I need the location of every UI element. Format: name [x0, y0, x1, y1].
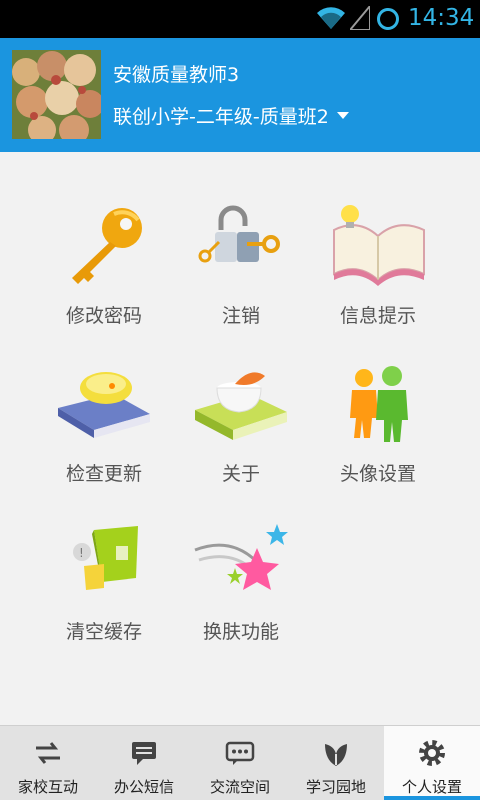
status-time: 14:34: [408, 5, 475, 31]
mouse-book-icon: [58, 372, 150, 438]
avatar[interactable]: [12, 50, 101, 139]
stars-icon: [194, 524, 288, 590]
menu-item-about[interactable]: 关于: [171, 358, 311, 498]
nav-label: 个人设置: [401, 778, 462, 796]
class-selector[interactable]: 联创小学-二年级-质量班2: [113, 102, 349, 129]
wifi-icon: [317, 7, 345, 29]
menu-item-check-update[interactable]: 检查更新: [34, 358, 174, 498]
nav-item-office-sms[interactable]: 办公短信: [96, 726, 192, 800]
nav-item-learning-garden[interactable]: 学习园地: [288, 726, 384, 800]
status-bar: 14:34: [0, 0, 480, 38]
menu-item-avatar-settings[interactable]: 头像设置: [308, 358, 448, 498]
nav-item-exchange-space[interactable]: 交流空间: [192, 726, 288, 800]
teacher-name: 安徽质量教师3: [113, 64, 240, 86]
nav-label: 学习园地: [305, 778, 366, 796]
gear-icon: [419, 740, 445, 766]
menu-item-change-password[interactable]: 修改密码: [34, 200, 174, 340]
nav-item-personal-settings[interactable]: 个人设置: [384, 726, 480, 800]
menu-item-label: 头像设置: [339, 463, 416, 485]
menu-item-label: 信息提示: [339, 305, 416, 327]
menu-item-label: 清空缓存: [65, 621, 142, 643]
settings-grid: 修改密码 注销 信息提示 检查更新 关于 头像设置 ! 清空缓存 换肤功能: [0, 152, 480, 725]
sync-icon: [377, 8, 399, 30]
svg-text:!: !: [79, 546, 84, 560]
menu-item-label: 换肤功能: [202, 621, 279, 643]
trash-bin-icon: !: [73, 526, 138, 590]
avatar-image: [12, 50, 101, 139]
lock-key-icon: [198, 205, 280, 263]
tea-cup-icon: [195, 372, 287, 440]
menu-item-label: 关于: [221, 463, 260, 485]
menu-item-theme[interactable]: 换肤功能: [171, 516, 311, 656]
leaf-icon: [325, 744, 347, 766]
key-icon: [72, 208, 142, 284]
nav-label: 交流空间: [209, 778, 270, 796]
menu-item-label: 修改密码: [65, 305, 142, 327]
active-tab-indicator: [384, 796, 480, 800]
comment-dots-icon: [225, 741, 255, 765]
menu-item-label: 检查更新: [65, 463, 142, 485]
menu-item-clear-cache[interactable]: ! 清空缓存: [34, 516, 174, 656]
dropdown-caret-icon: [336, 112, 349, 119]
nav-label: 家校互动: [17, 778, 78, 796]
arrows-swap-icon: [36, 742, 60, 764]
people-icon: [350, 366, 408, 442]
nav-item-home-school[interactable]: 家校互动: [0, 726, 96, 800]
bottom-nav: 家校互动 办公短信 交流空间 学习园地 个人设置: [0, 725, 480, 800]
signal-icon: [350, 6, 370, 30]
book-bulb-icon: [333, 205, 425, 286]
menu-item-label: 注销: [221, 305, 260, 327]
profile-header: 安徽质量教师3 联创小学-二年级-质量班2: [0, 38, 480, 152]
nav-label: 办公短信: [113, 778, 174, 796]
menu-item-notifications[interactable]: 信息提示: [308, 200, 448, 340]
menu-item-logout[interactable]: 注销: [171, 200, 311, 340]
chat-bubble-icon: [132, 742, 156, 765]
class-name: 联创小学-二年级-质量班2: [113, 106, 329, 128]
